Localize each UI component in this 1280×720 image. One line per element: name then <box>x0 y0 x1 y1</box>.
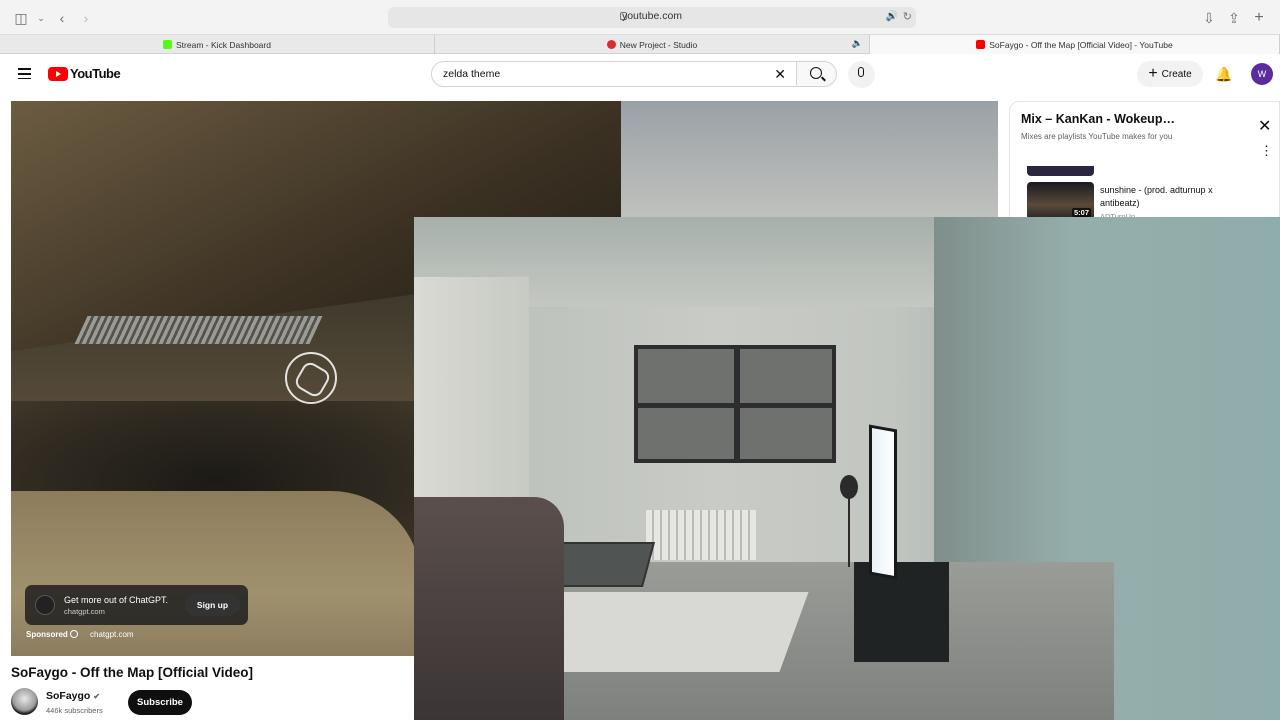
studio-icon <box>606 40 616 49</box>
new-tab-icon[interactable]: + <box>1250 9 1268 27</box>
more-options-icon[interactable]: ⋮ <box>1260 144 1273 157</box>
close-icon[interactable]: ✕ <box>1258 116 1271 136</box>
search-icon <box>810 67 822 79</box>
verified-icon: ✔ <box>93 692 101 701</box>
speaker-icon[interactable]: 🔈 <box>852 38 863 49</box>
subscribe-button[interactable]: Subscribe <box>128 690 192 715</box>
cam-tv <box>869 424 897 580</box>
menu-icon[interactable] <box>18 68 31 80</box>
ad-card[interactable]: Get more out of ChatGPT. chatgpt.com Sig… <box>25 585 248 625</box>
youtube-logo[interactable]: YouTube <box>48 66 121 81</box>
openai-logo-icon <box>285 352 337 404</box>
mix-item-thumbnail[interactable]: 5:07 <box>1027 182 1094 220</box>
mix-subtitle: Mixes are playlists YouTube makes for yo… <box>1021 132 1173 141</box>
tab-label: Stream - Kick Dashboard <box>176 39 271 50</box>
create-label: Create <box>1161 68 1192 80</box>
share-icon[interactable]: ⇪ <box>1225 9 1243 27</box>
browser-toolbar: ◫ ⌄ ‹ › youtube.com 🔊 ↻ ⇩ ⇪ + <box>0 0 1280 35</box>
video-frame-vent <box>74 316 323 344</box>
forward-icon[interactable]: › <box>77 9 95 27</box>
duration-badge: 5:07 <box>1071 208 1091 217</box>
create-button[interactable]: + Create <box>1137 61 1203 87</box>
cam-fan <box>840 475 858 499</box>
previous-item-thumbnail[interactable] <box>1027 166 1094 176</box>
chatgpt-icon <box>35 595 55 615</box>
back-icon[interactable]: ‹ <box>53 9 71 27</box>
youtube-favicon-icon <box>976 40 986 49</box>
search-button[interactable] <box>797 61 837 87</box>
info-icon[interactable] <box>70 630 78 638</box>
channel-name-text: SoFaygo <box>46 690 91 702</box>
address-bar[interactable]: youtube.com 🔊 ↻ <box>388 7 916 28</box>
mix-item-title[interactable]: sunshine - (prod. adturnup x antibeatz) <box>1100 184 1250 210</box>
kick-icon <box>163 40 173 49</box>
microphone-icon <box>858 67 864 77</box>
url-text: youtube.com <box>621 10 683 22</box>
voice-search-button[interactable] <box>848 61 875 88</box>
reload-icon[interactable]: ↻ <box>903 10 912 23</box>
cam-radiator <box>646 510 756 560</box>
ad-signup-button[interactable]: Sign up <box>185 594 240 616</box>
tab-studio[interactable]: New Project - Studio 🔈 <box>435 35 870 54</box>
mix-playlist-panel: Mix – KanKan - Wokeup… Mixes are playlis… <box>1009 101 1280 221</box>
avatar[interactable]: W <box>1251 63 1273 85</box>
sponsored-label: Sponsored <box>26 630 68 639</box>
cam-window <box>634 345 836 463</box>
ad-domain: chatgpt.com <box>64 607 105 616</box>
subscriber-count: 446k subscribers <box>46 706 103 715</box>
clear-search-icon[interactable]: ✕ <box>774 66 786 83</box>
bell-icon[interactable]: 🔔 <box>1215 66 1232 83</box>
tab-kick-dashboard[interactable]: Stream - Kick Dashboard <box>0 35 435 54</box>
channel-avatar[interactable] <box>11 688 38 715</box>
video-title: SoFaygo - Off the Map [Official Video] <box>11 665 254 680</box>
tab-bar: Stream - Kick Dashboard New Project - St… <box>0 35 1280 54</box>
ad-title: Get more out of ChatGPT. <box>64 595 169 605</box>
sidebar-toggle-icon[interactable]: ◫ <box>12 9 30 27</box>
cam-fan-pole <box>848 497 850 567</box>
mix-title[interactable]: Mix – KanKan - Wokeup… <box>1021 112 1175 126</box>
logo-text: YouTube <box>70 66 121 81</box>
tab-label: SoFaygo - Off the Map [Official Video] -… <box>989 39 1173 50</box>
plus-icon: + <box>1148 65 1158 82</box>
youtube-play-icon <box>48 66 68 81</box>
tab-label: New Project - Studio <box>619 39 698 50</box>
search-query: zelda theme <box>443 68 501 80</box>
downloads-icon[interactable]: ⇩ <box>1200 9 1218 27</box>
cam-tv-stand <box>854 562 949 662</box>
cam-couch <box>414 497 564 720</box>
channel-name[interactable]: SoFaygo ✔ <box>46 690 100 702</box>
youtube-header: YouTube zelda theme ✕ + Create 🔔 W <box>0 55 1280 95</box>
audio-playing-icon[interactable]: 🔊 <box>886 11 898 22</box>
chevron-down-icon[interactable]: ⌄ <box>32 9 50 27</box>
ad-footer-link[interactable]: chatgpt.com <box>90 630 134 639</box>
search-input[interactable]: zelda theme ✕ <box>431 61 797 87</box>
webcam-overlay <box>414 217 1280 720</box>
tab-youtube[interactable]: SoFaygo - Off the Map [Official Video] -… <box>870 35 1280 54</box>
